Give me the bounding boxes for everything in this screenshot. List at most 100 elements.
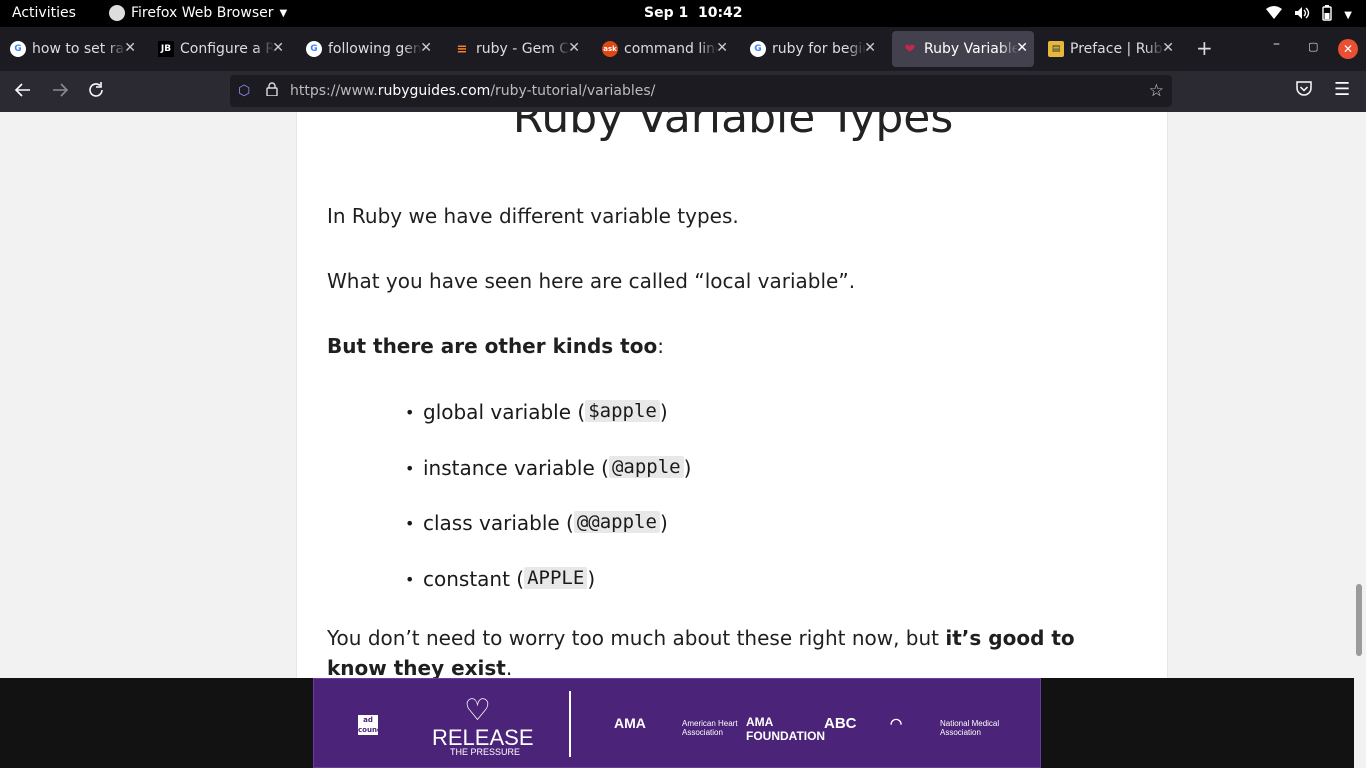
- battery-icon: [1322, 5, 1332, 25]
- text: ): [659, 400, 668, 424]
- tab[interactable]: ask command line ✕: [592, 31, 734, 67]
- minimize-icon[interactable]: –: [1273, 36, 1280, 52]
- tab[interactable]: G following gen ✕: [296, 31, 438, 67]
- arrow-right-icon: [53, 83, 69, 97]
- close-icon[interactable]: ✕: [568, 40, 580, 56]
- bullet-icon: •: [405, 458, 415, 478]
- paragraph: But there are other kinds too:: [327, 334, 664, 358]
- lock-icon[interactable]: [266, 82, 280, 100]
- close-icon[interactable]: ✕: [864, 40, 876, 56]
- list-label: class variable (: [423, 511, 574, 535]
- reload-button[interactable]: [87, 81, 105, 104]
- clock[interactable]: Sep 1 10:42: [644, 5, 743, 21]
- activities-button[interactable]: Activities: [12, 5, 76, 21]
- tab[interactable]: G how to set rai ✕: [0, 31, 142, 67]
- wifi-icon: [1266, 6, 1283, 24]
- maximize-icon[interactable]: ▢: [1308, 40, 1318, 53]
- article: Ruby Variable Types In Ruby we have diff…: [296, 112, 1168, 678]
- system-top-bar: Activities Firefox Web Browser ▼ Sep 1 1…: [0, 0, 1366, 27]
- google-icon: G: [750, 41, 766, 57]
- bold-text: But there are other kinds too: [327, 334, 658, 358]
- advertisement[interactable]: ad council ♡ RELEASE THE PRESSURE AMA Am…: [313, 678, 1041, 768]
- text: You don’t need to worry too much about t…: [327, 626, 946, 650]
- firefox-icon: [109, 5, 125, 21]
- url-domain: rubyguides.com: [377, 83, 491, 99]
- list-item: • instance variable (@apple): [405, 455, 691, 512]
- close-window-button[interactable]: ✕: [1338, 39, 1358, 59]
- stackoverflow-icon: ≡: [456, 41, 468, 57]
- bullet-icon: •: [405, 514, 415, 533]
- paragraph: You don’t need to worry too much about t…: [327, 623, 1137, 678]
- jetbrains-icon: JB: [158, 41, 174, 57]
- tab-title: how to set rai: [32, 41, 126, 57]
- tab[interactable]: JB Configure a R ✕: [148, 31, 290, 67]
- tab-title: command line: [624, 41, 718, 57]
- bullet-icon: •: [405, 569, 415, 589]
- paragraph: In Ruby we have different variable types…: [327, 204, 739, 228]
- chevron-down-icon: ▼: [1344, 9, 1352, 21]
- variable-types-list: • global variable ($apple) • instance vari…: [405, 400, 691, 622]
- page-viewport: Ruby Variable Types In Ruby we have diff…: [0, 112, 1366, 678]
- list-item: • class variable (@@apple): [405, 511, 691, 567]
- google-icon: G: [10, 41, 26, 57]
- paragraph: What you have seen here are called “loca…: [327, 269, 856, 293]
- tab-title: following gen: [328, 41, 422, 57]
- close-icon[interactable]: ✕: [1016, 40, 1028, 56]
- new-tab-button[interactable]: +: [1196, 36, 1213, 60]
- ad-subheadline: THE PRESSURE: [450, 747, 521, 757]
- text: ): [587, 566, 596, 591]
- navigation-toolbar: ⬡ https://www.rubyguides.com/ruby-tutori…: [0, 71, 1366, 112]
- menu-icon[interactable]: ☰: [1334, 79, 1350, 100]
- rubyguides-icon: ❤: [904, 41, 916, 57]
- url-text[interactable]: https://www.rubyguides.com/ruby-tutorial…: [290, 83, 655, 99]
- close-icon[interactable]: ✕: [716, 40, 728, 56]
- close-icon[interactable]: ✕: [420, 40, 432, 56]
- tab[interactable]: ≡ ruby - Gem Co ✕: [444, 31, 586, 67]
- arrow-left-icon: [14, 83, 30, 97]
- list-label: global variable (: [423, 400, 586, 424]
- tab-title: Preface | Ruby: [1070, 41, 1164, 57]
- inline-code: @@apple: [573, 511, 660, 533]
- sponsor-logo: National Medical Association: [940, 719, 1000, 737]
- sponsor-emblem-icon: ◠: [890, 715, 903, 731]
- url-path: /ruby-tutorial/variables/: [490, 83, 656, 99]
- pocket-icon[interactable]: [1296, 81, 1312, 100]
- text: ): [659, 511, 668, 535]
- app-menu[interactable]: Firefox Web Browser ▼: [109, 5, 287, 21]
- sponsor-logo: American Heart Association: [682, 719, 738, 737]
- tab-strip: G how to set rai ✕ JB Configure a R ✕ G …: [0, 27, 1366, 71]
- tab-title: Configure a R: [180, 41, 274, 57]
- tab-title: Ruby Variable: [924, 41, 1018, 57]
- chevron-down-icon: ▼: [279, 7, 288, 19]
- inline-code: APPLE: [524, 566, 588, 589]
- back-button[interactable]: [14, 81, 32, 104]
- page-title: Ruby Variable Types: [512, 112, 954, 143]
- url-bar[interactable]: ⬡ https://www.rubyguides.com/ruby-tutori…: [230, 75, 1172, 107]
- list-label: instance variable (: [423, 455, 609, 480]
- divider: [569, 691, 571, 757]
- forward-button[interactable]: [51, 81, 69, 104]
- bullet-icon: •: [405, 403, 415, 422]
- close-icon[interactable]: ✕: [1162, 40, 1174, 56]
- shield-icon[interactable]: ⬡: [238, 83, 254, 99]
- tab-title: ruby for begin: [772, 41, 866, 57]
- scrollbar-thumb[interactable]: [1356, 584, 1362, 656]
- clock-date: Sep 1: [644, 5, 689, 21]
- url-prefix: https://www.: [290, 83, 378, 99]
- list-label: constant (: [423, 566, 525, 591]
- volume-icon: [1294, 6, 1310, 24]
- text: .: [505, 656, 513, 678]
- close-icon[interactable]: ✕: [272, 40, 284, 56]
- close-icon[interactable]: ✕: [124, 40, 136, 56]
- list-item: • constant (APPLE): [405, 566, 691, 623]
- book-icon: ▤: [1048, 41, 1064, 57]
- google-icon: G: [306, 41, 322, 57]
- sponsor-logo: AMA FOUNDATION: [746, 715, 826, 743]
- tab-active[interactable]: ❤ Ruby Variable ✕: [892, 31, 1034, 67]
- clock-time: 10:42: [697, 5, 743, 21]
- tab[interactable]: ▤ Preface | Ruby ✕: [1038, 31, 1180, 67]
- system-tray[interactable]: ▼: [1266, 5, 1352, 25]
- bookmark-star-icon[interactable]: ☆: [1149, 81, 1164, 101]
- tab[interactable]: G ruby for begin ✕: [740, 31, 882, 67]
- inline-code: $apple: [585, 400, 660, 422]
